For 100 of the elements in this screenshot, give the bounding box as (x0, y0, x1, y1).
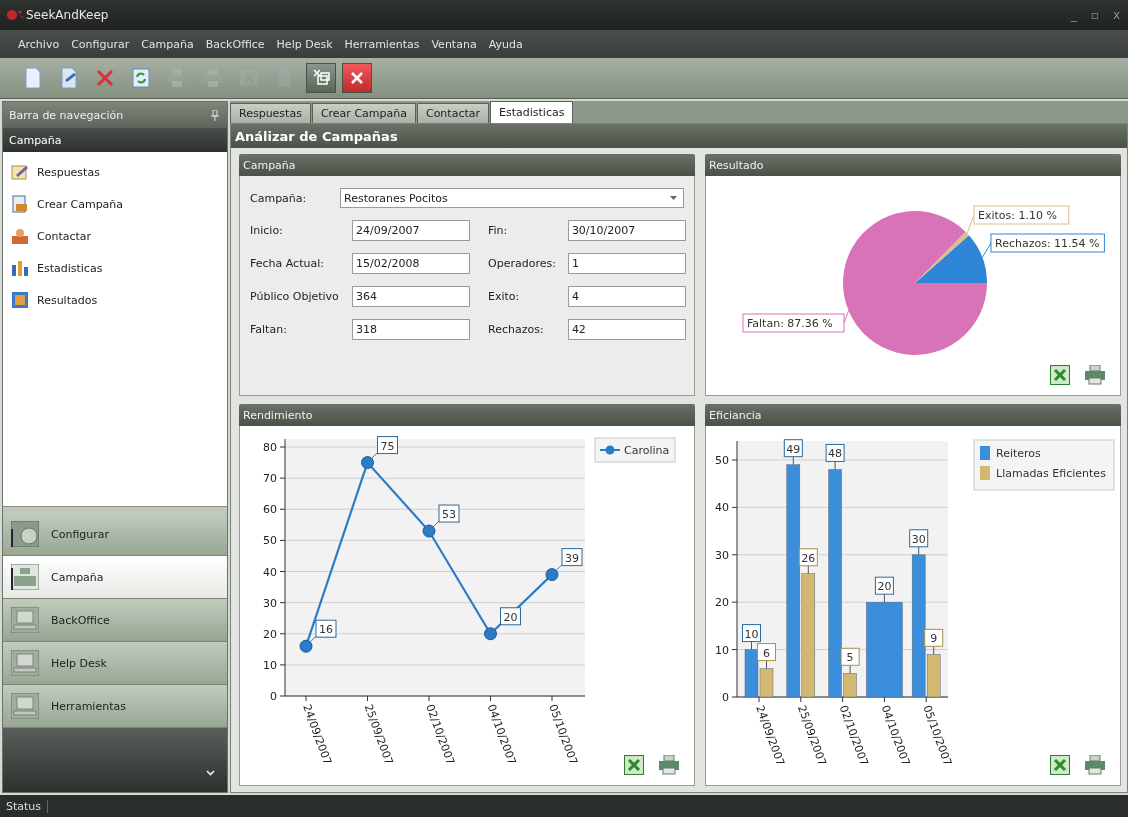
campaign-dropdown[interactable]: Restoranes Pocitos (340, 188, 684, 208)
data-point (422, 524, 436, 538)
menu-item[interactable]: Configurar (71, 35, 130, 53)
data-label: 49 (783, 439, 803, 466)
nav-item[interactable]: Resultados (3, 284, 227, 316)
menu-item[interactable]: BackOffice (205, 35, 265, 53)
field-label: Fin: (487, 224, 509, 237)
item-icon (11, 163, 29, 181)
menu-item[interactable]: Ventana (431, 35, 477, 53)
axis-tick-label: 30 (715, 548, 729, 562)
axis-tick-label: 10 (263, 658, 277, 672)
item-icon (11, 259, 29, 277)
data-label: 75 (380, 439, 395, 453)
printer-icon (165, 66, 189, 90)
data-label: 20 (874, 576, 894, 603)
data-label: 39 (565, 551, 579, 565)
field-label: Inicio: (250, 224, 284, 237)
item-icon (11, 195, 29, 213)
data-label: 5 (846, 651, 854, 665)
nav-item[interactable]: Estadisticas (3, 252, 227, 284)
tab[interactable]: Contactar (416, 103, 489, 123)
data-label: 10 (742, 624, 761, 651)
axis-tick-label: 10 (715, 643, 729, 657)
window-control[interactable]: _ (1066, 8, 1081, 22)
status-text: Status (0, 799, 49, 813)
axis-tick-label: 60 (263, 503, 277, 517)
input-field[interactable]: 1 (567, 253, 686, 274)
legend-label: Carolina (624, 444, 670, 457)
nav-button[interactable]: Herramientas (3, 685, 227, 728)
legend-label: Llamadas Eficientes (996, 467, 1107, 480)
panel-title: Resultado (709, 158, 764, 172)
axis-tick-label: 0 (270, 690, 277, 703)
splitter-handle[interactable] (3, 506, 227, 513)
nav-button[interactable]: Help Desk (3, 642, 227, 685)
refresh-icon (129, 66, 153, 90)
data-label: Exitos: 1.10 % (978, 209, 1057, 222)
data-label: 30 (911, 532, 926, 546)
data-label: 48 (828, 447, 843, 461)
data-label: 53 (432, 504, 460, 528)
input-field[interactable]: 15/02/2008 (352, 253, 470, 274)
data-label: Faltan: 87.36 % (742, 310, 850, 333)
field-label: Faltan: (250, 323, 288, 336)
nav-item[interactable]: Crear Campaña (3, 188, 227, 220)
input-field[interactable]: 30/10/2007 (567, 220, 686, 241)
data-label: 6 (763, 646, 770, 660)
tab[interactable]: Respuestas (230, 103, 311, 123)
data-label: 39 (555, 548, 583, 572)
nav-button[interactable]: BackOffice (3, 599, 227, 642)
tab[interactable]: Crear Campaña (311, 103, 416, 123)
data-label: 9 (930, 632, 938, 646)
menu-item[interactable]: Ayuda (488, 35, 523, 53)
nav-item[interactable]: Respuestas (3, 156, 227, 188)
nav-item[interactable]: Contactar (3, 220, 227, 252)
axis-tick-label: 70 (263, 472, 277, 486)
input-field[interactable]: 318 (352, 319, 470, 340)
menu-item[interactable]: Herramientas (344, 35, 420, 53)
axis-tick-label: 40 (263, 565, 277, 579)
data-label: 16 (309, 619, 337, 643)
toolbar-button[interactable] (342, 63, 372, 93)
input-field[interactable]: 42 (567, 319, 686, 340)
axis-tick-label: 50 (263, 534, 277, 548)
excel-icon[interactable] (1050, 365, 1070, 385)
data-label: 20 (877, 580, 892, 594)
pin-icon[interactable] (211, 109, 219, 121)
axis-tick-label: 30 (263, 596, 277, 610)
printer-icon[interactable] (1084, 365, 1106, 385)
nav-icon (11, 564, 39, 590)
data-label: 49 (786, 442, 801, 456)
chevron-down-icon[interactable] (206, 770, 215, 776)
data-label: 30 (909, 529, 929, 556)
data-label: 10 (744, 627, 759, 641)
data-label: 6 (757, 643, 776, 670)
printer-icon[interactable] (658, 755, 680, 775)
field-label: Exito: (487, 290, 521, 303)
menu-item[interactable]: Archivo (18, 35, 60, 53)
nav-icon (11, 607, 39, 633)
field-label: Campaña: (250, 191, 308, 205)
input-field[interactable]: 364 (352, 286, 470, 307)
data-point (299, 639, 313, 653)
input-field[interactable]: 24/09/2007 (352, 220, 470, 241)
panel-title: Rendimiento (243, 408, 313, 422)
field-label: Fecha Actual: (250, 257, 325, 270)
data-label: 53 (442, 508, 456, 522)
window-control[interactable]: ▫ (1086, 8, 1103, 22)
menu-item[interactable]: Campaña (141, 35, 194, 53)
group-title: Campaña (9, 133, 62, 147)
excel-icon[interactable] (624, 755, 644, 775)
data-label: Rechazos: 11.54 % (995, 237, 1100, 250)
window-control[interactable]: x (1108, 8, 1124, 22)
input-field[interactable]: 4 (567, 286, 686, 307)
nav-button[interactable]: Configurar (3, 513, 227, 556)
excel-icon[interactable] (1050, 755, 1070, 775)
panel-title: Eficiancia (709, 408, 762, 422)
data-label: 26 (801, 551, 816, 565)
data-point (484, 627, 497, 641)
printer-icon[interactable] (1084, 755, 1106, 775)
tab[interactable]: Estadisticas (490, 101, 574, 123)
menu-item[interactable]: Help Desk (276, 35, 333, 53)
toolbar-button[interactable] (306, 63, 336, 93)
data-label: Rechazos: 11.54 % (981, 233, 1105, 258)
